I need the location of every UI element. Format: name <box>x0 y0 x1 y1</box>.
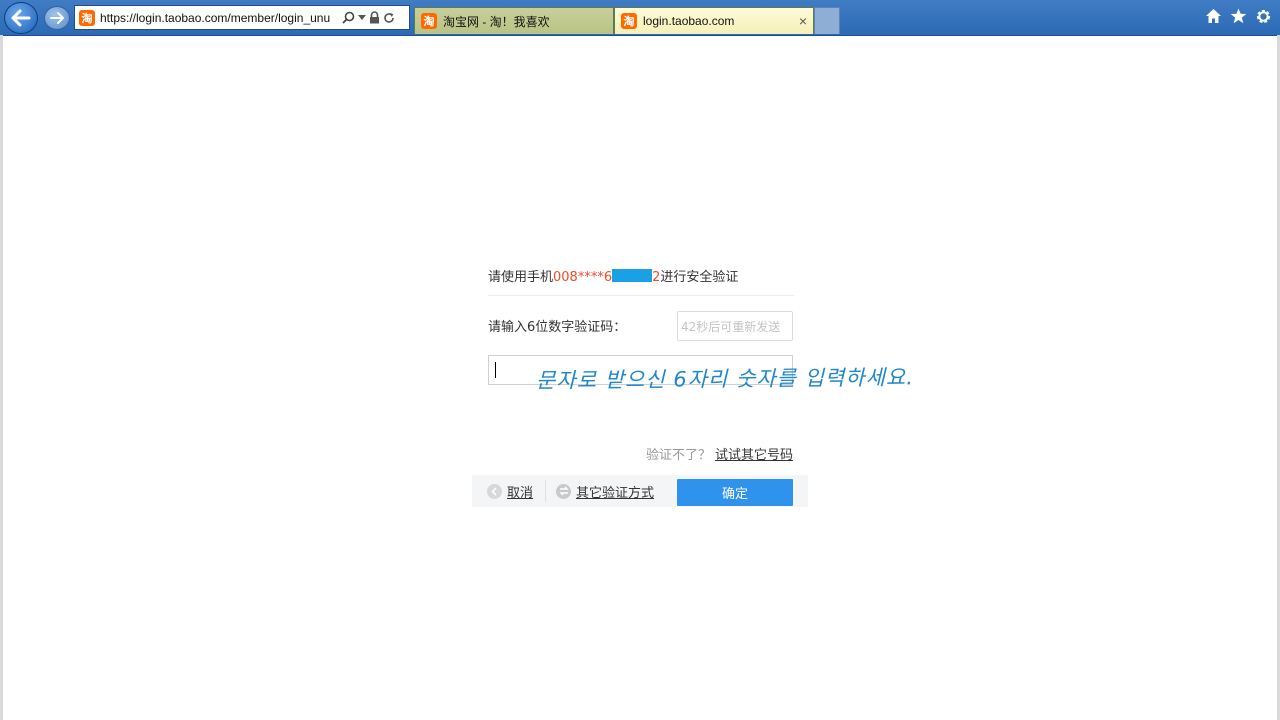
cancel-label: 取消 <box>507 485 534 501</box>
tab-title: login.taobao.com <box>643 14 735 28</box>
verify-instruction: 请使用手机008****6 2进行安全验证 <box>488 258 794 296</box>
tab-login[interactable]: 淘 login.taobao.com × <box>614 7 814 34</box>
address-url[interactable]: https://login.taobao.com/member/login_un… <box>100 11 338 25</box>
taobao-favicon-icon: 淘 <box>79 9 95 26</box>
browser-toolbar: 淘 https://login.taobao.com/member/login_… <box>0 0 1280 36</box>
help-row: 验证不了？ 试试其它号码 <box>488 444 793 463</box>
back-circle-icon <box>487 483 502 499</box>
arrow-left-icon <box>11 9 31 27</box>
instruction-suffix: 进行安全验证 <box>660 270 739 285</box>
instruction-prefix: 请使用手机 <box>488 270 554 285</box>
favorites-star-icon[interactable] <box>1230 8 1247 24</box>
lock-icon[interactable] <box>369 11 380 24</box>
taobao-favicon-icon: 淘 <box>421 13 437 29</box>
close-tab-icon[interactable]: × <box>799 13 807 29</box>
verification-panel: 请使用手机008****6 2进行安全验证 请输入6位数字验证码： 42秒后可重新… <box>488 258 794 385</box>
address-bar[interactable]: 淘 https://login.taobao.com/member/login_… <box>74 5 410 30</box>
handwritten-annotation: 문자로 받으신 6자리 숫자를 입력하세요. <box>535 365 914 393</box>
taobao-favicon-icon: 淘 <box>621 13 637 29</box>
masked-phone: 008****6 <box>553 270 613 285</box>
try-other-number-link[interactable]: 试试其它号码 <box>715 448 793 463</box>
redacted-phone-block <box>612 269 653 282</box>
other-verification-method-button[interactable]: 其它验证方式 <box>556 482 654 501</box>
code-label: 请输入6位数字验证码： <box>488 320 627 335</box>
home-icon[interactable] <box>1205 8 1222 24</box>
gear-icon[interactable] <box>1255 8 1272 25</box>
cancel-button[interactable]: 取消 <box>487 482 533 501</box>
new-tab-button[interactable] <box>814 7 840 34</box>
back-button[interactable] <box>4 2 38 34</box>
resend-code-button[interactable]: 42秒后可重新发送 <box>677 311 793 341</box>
text-cursor <box>495 362 496 378</box>
other-method-label: 其它验证方式 <box>576 485 655 501</box>
switch-method-icon <box>556 483 572 499</box>
dropdown-arrow-icon[interactable] <box>358 14 366 21</box>
confirm-button[interactable]: 确定 <box>677 479 793 506</box>
arrow-right-icon <box>50 12 64 24</box>
forward-button[interactable] <box>44 6 70 30</box>
divider <box>545 480 547 502</box>
help-question: 验证不了？ <box>645 448 711 463</box>
action-bar: 取消 其它验证方式 确定 <box>472 475 808 507</box>
tab-title: 淘宝网 - 淘！我喜欢 <box>443 14 550 29</box>
tab-taobao-home[interactable]: 淘 淘宝网 - 淘！我喜欢 <box>414 7 614 34</box>
search-icon[interactable] <box>342 11 355 24</box>
refresh-icon[interactable] <box>383 12 395 24</box>
